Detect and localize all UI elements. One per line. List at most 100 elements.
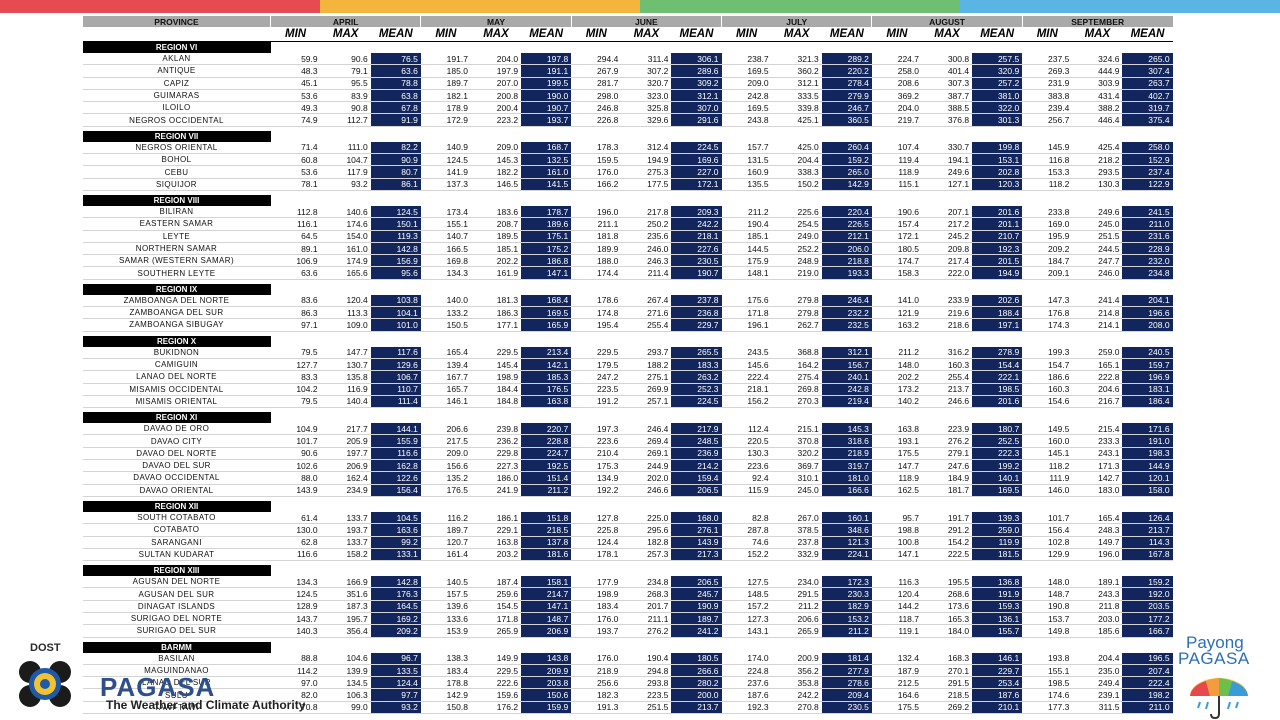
- region-header-filler: [270, 412, 1173, 424]
- mean-value-cell: 169.5: [521, 306, 572, 320]
- max-value-cell: 223.9: [922, 423, 973, 436]
- table-row: AKLAN 59.9 90.6 76.5 191.7 204.0 197.8 294.4 311…: [82, 53, 1173, 66]
- min-value-cell: 175.6: [721, 294, 772, 308]
- mean-value-cell: 230.5: [671, 254, 722, 268]
- max-value-cell: 251.5: [621, 701, 672, 715]
- max-value-cell: 236.2: [470, 434, 522, 448]
- min-value-cell: 188.0: [571, 254, 622, 268]
- stat-header-mean: MEAN: [521, 27, 572, 42]
- mean-value-cell: 209.9: [521, 664, 572, 678]
- max-value-cell: 353.8: [771, 676, 822, 690]
- region-name: BARMM: [82, 641, 271, 653]
- min-value-cell: 60.8: [270, 153, 321, 167]
- province-name: SAMAR (WESTERN SAMAR): [82, 254, 271, 268]
- max-value-cell: 163.8: [470, 536, 522, 549]
- mean-value-cell: 198.5: [972, 383, 1023, 396]
- region-header-row: REGION VII: [82, 130, 1173, 142]
- month-header-may: MAY: [420, 16, 572, 27]
- mean-value-cell: 280.2: [671, 676, 722, 690]
- min-value-cell: 193.8: [1022, 652, 1073, 665]
- mean-value-cell: 168.7: [521, 141, 572, 155]
- mean-value-cell: 181.6: [521, 548, 572, 562]
- mean-value-cell: 169.5: [972, 484, 1023, 497]
- mean-value-cell: 199.5: [521, 77, 572, 90]
- mean-value-cell: 212.1: [821, 230, 872, 243]
- mean-value-cell: 143.8: [521, 652, 572, 665]
- min-value-cell: 169.8: [420, 254, 471, 268]
- max-value-cell: 229.1: [470, 523, 522, 537]
- max-value-cell: 222.6: [470, 676, 522, 690]
- min-value-cell: 135.2: [420, 471, 471, 485]
- max-value-cell: 307.2: [621, 64, 672, 78]
- province-name: SIQUIJOR: [82, 178, 271, 191]
- mean-value-cell: 257.2: [972, 77, 1023, 90]
- mean-value-cell: 348.6: [821, 523, 872, 537]
- max-value-cell: 117.9: [320, 165, 371, 179]
- min-value-cell: 176.0: [571, 652, 622, 665]
- table-row: DAVAO OCCIDENTAL 88.0 162.4 122.6 135.2 186.0…: [82, 471, 1173, 485]
- mean-value-cell: 110.7: [370, 383, 421, 396]
- min-value-cell: 224.7: [871, 53, 922, 66]
- mean-value-cell: 159.9: [521, 701, 572, 715]
- mean-value-cell: 202.6: [972, 294, 1023, 308]
- min-value-cell: 155.1: [1022, 664, 1073, 678]
- mean-value-cell: 301.3: [972, 113, 1023, 127]
- max-value-cell: 142.7: [1072, 471, 1123, 485]
- table-row: BILIRAN 112.8 140.6 124.5 173.4 183.6 178.7 196…: [82, 205, 1173, 219]
- max-value-cell: 195.7: [320, 612, 371, 626]
- min-value-cell: 135.5: [721, 178, 772, 191]
- max-value-cell: 312.1: [771, 77, 822, 90]
- max-value-cell: 90.6: [320, 53, 371, 66]
- min-value-cell: 163.2: [871, 318, 922, 332]
- stat-header-max: MAX: [621, 27, 672, 42]
- min-value-cell: 124.5: [420, 153, 471, 167]
- min-value-cell: 149.5: [1022, 423, 1073, 436]
- max-value-cell: 187.3: [320, 600, 371, 613]
- max-value-cell: 234.8: [621, 576, 672, 589]
- mean-value-cell: 161.0: [521, 165, 572, 179]
- min-value-cell: 141.9: [420, 165, 471, 179]
- mean-value-cell: 197.8: [521, 53, 572, 66]
- mean-value-cell: 181.5: [972, 548, 1023, 562]
- max-value-cell: 254.5: [771, 217, 822, 231]
- max-value-cell: 145.3: [470, 153, 522, 167]
- min-value-cell: 61.4: [270, 511, 321, 525]
- max-value-cell: 293.8: [621, 676, 672, 690]
- mean-value-cell: 265.5: [671, 346, 722, 359]
- min-value-cell: 242.8: [721, 89, 772, 103]
- mean-value-cell: 175.1: [521, 230, 572, 243]
- mean-value-cell: 145.3: [821, 423, 872, 436]
- mean-value-cell: 211.0: [1122, 217, 1173, 231]
- min-value-cell: 131.5: [721, 153, 772, 167]
- max-value-cell: 174.9: [320, 254, 371, 268]
- mean-value-cell: 183.3: [671, 358, 722, 372]
- table-row: AGUSAN DEL SUR 124.5 351.6 176.3 157.5 259.6 2…: [82, 587, 1173, 601]
- min-value-cell: 172.9: [420, 113, 471, 127]
- min-value-cell: 127.5: [721, 576, 772, 589]
- min-value-cell: 178.8: [420, 676, 471, 690]
- mean-value-cell: 164.5: [370, 600, 421, 613]
- province-name: CAPIZ: [82, 77, 271, 90]
- mean-value-cell: 153.2: [821, 612, 872, 626]
- province-name: ZAMBOANGA DEL SUR: [82, 306, 271, 320]
- min-value-cell: 187.6: [721, 688, 772, 702]
- max-value-cell: 425.1: [771, 113, 822, 127]
- min-value-cell: 148.1: [721, 266, 772, 280]
- min-value-cell: 211.2: [871, 346, 922, 359]
- min-value-cell: 119.1: [871, 624, 922, 638]
- max-value-cell: 204.0: [470, 53, 522, 66]
- table-row: SIQUIJOR 78.1 93.2 86.1 137.3 146.5 141.5 166.2…: [82, 178, 1173, 191]
- min-value-cell: 223.6: [721, 459, 772, 473]
- max-value-cell: 219.6: [922, 306, 973, 320]
- max-value-cell: 165.4: [1072, 511, 1123, 525]
- mean-value-cell: 124.5: [370, 205, 421, 219]
- region-header-row: REGION XI: [82, 412, 1173, 424]
- min-value-cell: 209.2: [1022, 242, 1073, 256]
- min-value-cell: 204.0: [871, 101, 922, 115]
- province-name: BASILAN: [82, 652, 271, 665]
- max-value-cell: 206.6: [771, 612, 822, 626]
- max-value-cell: 218.6: [922, 318, 973, 332]
- max-value-cell: 206.9: [320, 459, 371, 473]
- max-value-cell: 229.8: [470, 447, 522, 461]
- max-value-cell: 291.2: [922, 523, 973, 537]
